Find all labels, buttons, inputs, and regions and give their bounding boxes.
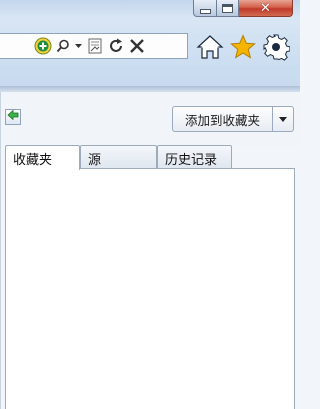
favorites-star-icon[interactable] [230,34,256,64]
window-controls: ✕ [193,0,293,17]
refresh-icon[interactable] [107,37,125,55]
minimize-icon [199,9,211,14]
tab-history[interactable]: 历史记录 [157,145,232,169]
add-to-favorites-dropdown[interactable] [272,106,294,132]
dropdown-icon[interactable] [74,38,83,54]
close-button[interactable]: ✕ [239,0,293,17]
tab-feeds[interactable]: 源 [80,145,157,169]
add-site-icon[interactable] [34,37,52,55]
minimize-button[interactable] [193,0,217,17]
command-toolbar [196,33,291,65]
compat-view-icon[interactable] [86,37,104,55]
close-icon: ✕ [260,0,271,16]
tab-favorites[interactable]: 收藏夹 [5,145,80,170]
tab-label: 历史记录 [165,153,218,168]
panel-left-border [0,92,1,409]
add-to-favorites-button[interactable]: 添加到收藏夹 [172,106,272,132]
restore-button[interactable] [217,0,239,17]
green-back-arrow-icon [7,109,19,125]
restore-icon [222,3,233,13]
stop-icon[interactable] [128,37,146,55]
pin-favorites-button[interactable] [5,109,21,125]
search-icon[interactable] [55,38,71,54]
home-icon[interactable] [196,34,224,64]
chevron-down-icon [279,116,287,122]
tab-label: 收藏夹 [13,153,53,168]
tab-label: 源 [88,153,102,168]
settings-gear-icon[interactable] [262,33,291,65]
favorites-list[interactable] [5,168,295,409]
address-bar[interactable] [0,33,188,59]
